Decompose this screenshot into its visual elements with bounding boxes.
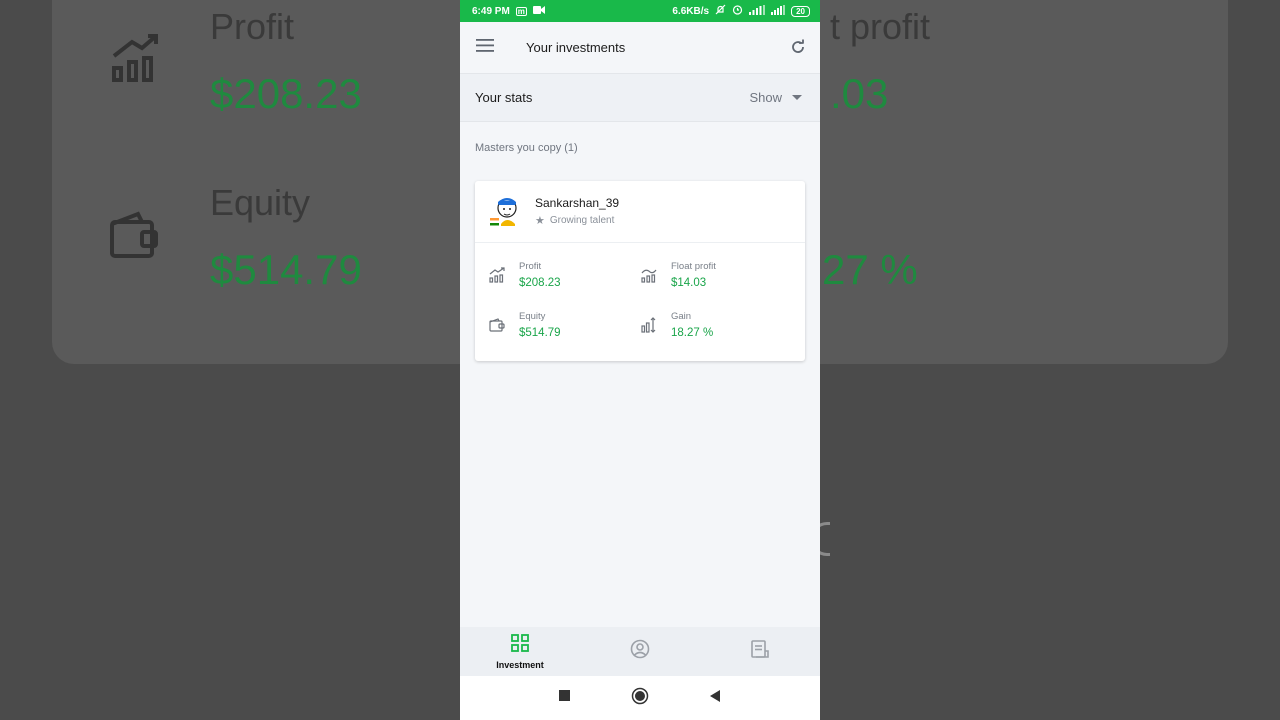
your-stats-label: Your stats (475, 90, 533, 105)
mute-icon (715, 4, 726, 18)
master-card[interactable]: Sankarshan_39 ★ Growing talent Profit $2… (475, 181, 805, 361)
alarm-icon (732, 4, 743, 18)
profit-chart-icon (110, 34, 160, 89)
history-icon (750, 639, 770, 664)
battery-icon: 20 (791, 5, 810, 17)
master-name: Sankarshan_39 (535, 196, 620, 210)
metric-gain: Gain 18.27 % (641, 311, 713, 339)
hamburger-menu-icon[interactable] (476, 38, 494, 57)
avatar (487, 194, 523, 230)
message-icon: m (515, 6, 527, 16)
master-rank: ★ Growing talent (535, 214, 619, 227)
float-profit-icon (641, 267, 661, 289)
back-button[interactable] (709, 689, 721, 707)
bg-float-value: .03 (830, 70, 889, 117)
bottom-navigation: Investment (460, 627, 820, 676)
metric-equity: Equity $514.79 (489, 311, 561, 339)
bg-profit-value: $208.23 (210, 70, 362, 117)
wallet-icon (489, 317, 509, 339)
nav-investment-label: Investment (496, 659, 544, 670)
bg-profit-label: Profit (210, 6, 295, 47)
equity-label: Equity (519, 311, 546, 322)
signal-4g-icon (749, 4, 766, 18)
masters-section-title: Masters you copy (1) (475, 142, 578, 154)
network-speed: 6.6KB/s (672, 5, 710, 17)
profit-value: $208.23 (519, 277, 561, 289)
bg-equity-label: Equity (210, 182, 311, 223)
video-icon (532, 5, 545, 17)
master-metrics: Profit $208.23 Float profit $14.03 Equit… (475, 243, 805, 361)
caret-down-icon (792, 95, 802, 100)
master-rank-label: Growing talent (549, 215, 615, 226)
status-bar: 6:49 PM m 6.6KB/s 20 (460, 0, 820, 22)
home-button[interactable] (631, 687, 649, 710)
grid-icon (511, 633, 529, 657)
gain-value: 18.27 % (671, 327, 714, 339)
metric-float-profit: Float profit $14.03 (641, 261, 716, 289)
refresh-icon[interactable] (790, 39, 806, 60)
bg-gain: 27 % (822, 182, 918, 294)
gain-arrows-icon (641, 317, 661, 339)
your-stats-row[interactable]: Your stats Show (460, 74, 820, 122)
signal-icon (771, 4, 786, 18)
nav-investment[interactable]: Investment (460, 627, 580, 676)
profit-chart-icon (489, 267, 509, 289)
nav-history[interactable] (700, 627, 820, 676)
equity-value: $514.79 (519, 327, 561, 339)
star-icon: ★ (535, 215, 545, 227)
nav-profile[interactable] (580, 627, 700, 676)
bg-profit: Profit $208.23 (210, 6, 362, 118)
master-card-header[interactable]: Sankarshan_39 ★ Growing talent (475, 181, 805, 243)
status-time: 6:49 PM (472, 5, 510, 17)
float-profit-value: $14.03 (671, 277, 707, 289)
bg-equity-value: $514.79 (210, 246, 362, 293)
bg-gain-value: 27 % (822, 246, 918, 293)
page-title: Your investments (526, 40, 626, 55)
recents-button[interactable] (559, 689, 571, 707)
metric-profit: Profit $208.23 (489, 261, 561, 289)
bg-float-label: t profit (830, 6, 931, 47)
app-bar: Your investments (460, 22, 820, 74)
phone-screen: 6:49 PM m 6.6KB/s 20 Your investments Yo… (460, 0, 820, 720)
bg-float: t profit .03 (830, 6, 930, 118)
profit-label: Profit (519, 261, 542, 272)
gain-label: Gain (671, 311, 692, 322)
system-navigation (460, 676, 820, 720)
profile-icon (630, 639, 650, 664)
show-label: Show (749, 90, 782, 105)
wallet-icon (108, 210, 160, 267)
bg-equity: Equity $514.79 (210, 182, 362, 294)
show-stats-toggle[interactable]: Show (749, 90, 802, 105)
bg-gain-label (822, 182, 918, 224)
float-profit-label: Float profit (671, 261, 716, 272)
